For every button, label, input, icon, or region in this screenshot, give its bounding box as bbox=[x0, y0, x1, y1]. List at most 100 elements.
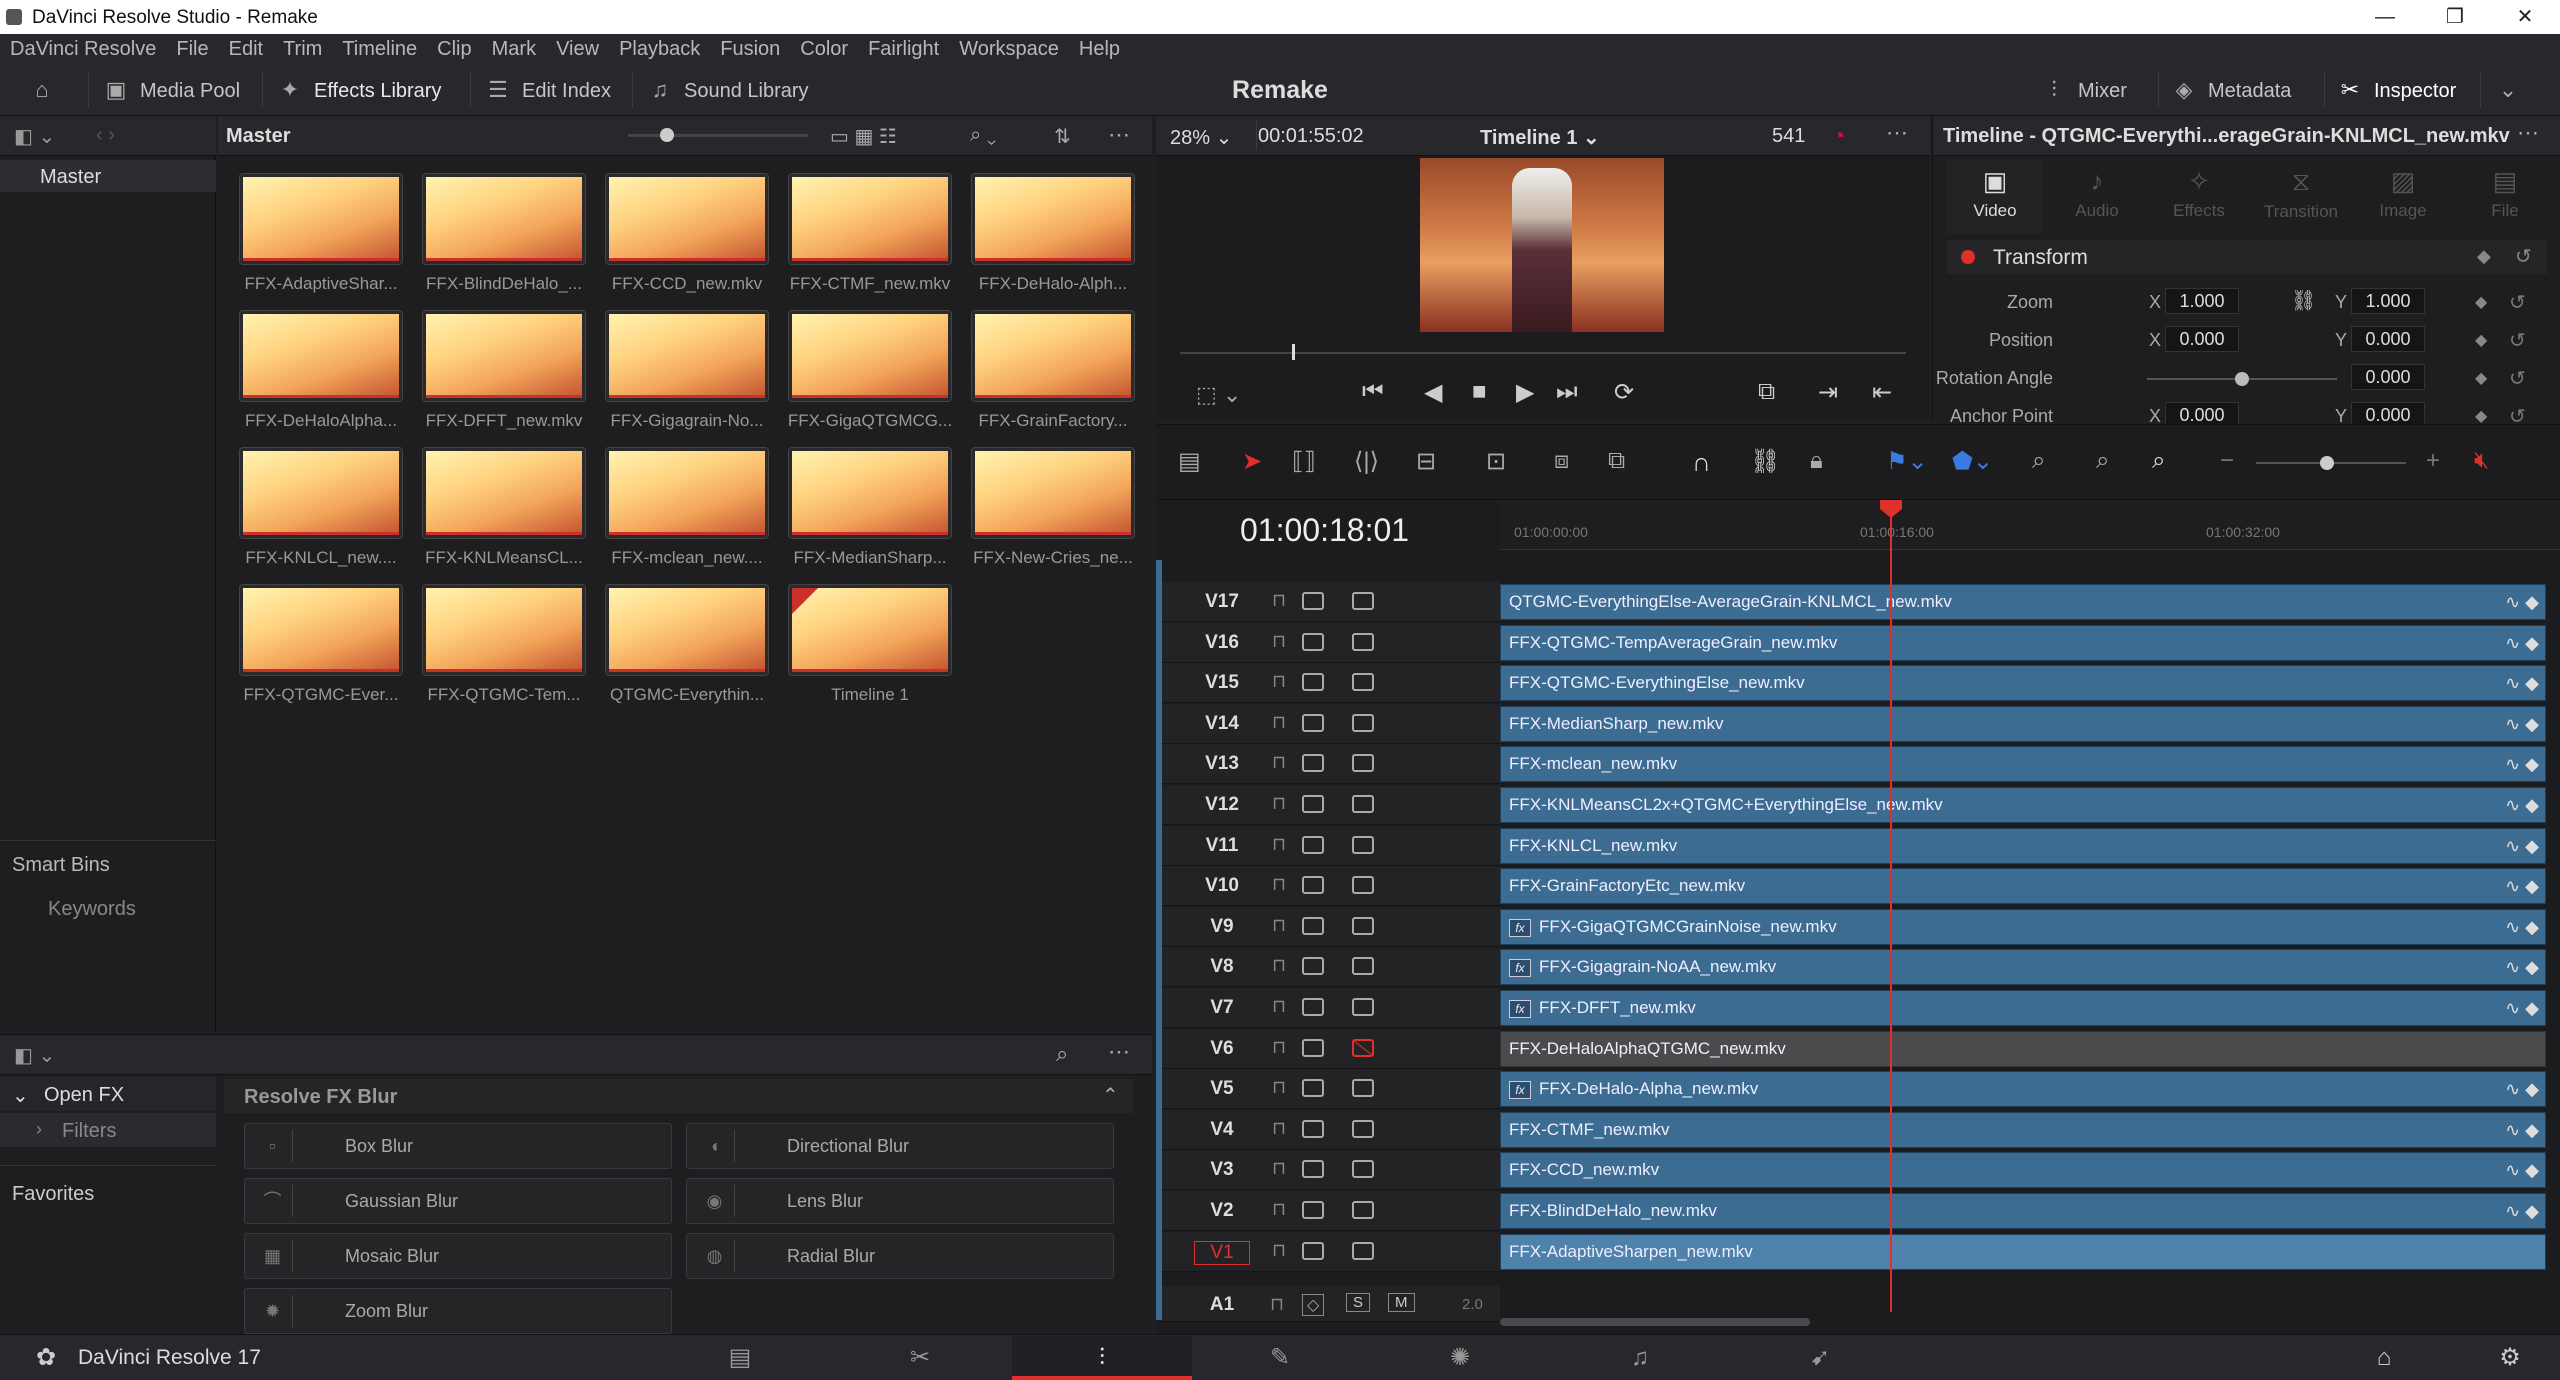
viewer-frame[interactable] bbox=[1420, 158, 1664, 332]
menu-item-clip[interactable]: Clip bbox=[427, 34, 481, 64]
lock-icon[interactable]: ⊓ bbox=[1272, 590, 1286, 611]
solo-button[interactable]: S bbox=[1346, 1293, 1371, 1312]
play-button[interactable]: ▶ bbox=[1516, 378, 1534, 407]
lock-icon[interactable]: ⊓ bbox=[1272, 834, 1286, 855]
track-visibility-icon[interactable] bbox=[1352, 1079, 1374, 1098]
clip-thumbnail[interactable] bbox=[789, 448, 951, 538]
menu-item-playback[interactable]: Playback bbox=[609, 34, 710, 64]
reset-icon[interactable]: ↺ bbox=[2509, 366, 2526, 391]
track-visibility-icon[interactable] bbox=[1352, 1241, 1374, 1260]
fx-item-directional-blur[interactable]: ◖ Directional Blur bbox=[686, 1123, 1114, 1169]
menu-item-timeline[interactable]: Timeline bbox=[332, 34, 427, 64]
auto-select-icon[interactable] bbox=[1302, 1079, 1324, 1098]
color-page-icon[interactable]: ✺ bbox=[1370, 1336, 1550, 1380]
keyframe-icon[interactable]: ◆ bbox=[2475, 292, 2487, 312]
prev-edit-icon[interactable]: ⇤ bbox=[1872, 378, 1892, 407]
menu-item-file[interactable]: File bbox=[166, 34, 218, 64]
mute-icon[interactable]: 🔇︎ bbox=[2474, 447, 2489, 475]
timeline-clip[interactable]: FFX-KNLCL_new.mkv ∿ ◆ bbox=[1500, 827, 2546, 864]
reset-icon[interactable]: ↺ bbox=[2509, 290, 2526, 315]
timeline-clip[interactable]: FFX-AdaptiveSharpen_new.mkv bbox=[1500, 1233, 2546, 1270]
timeline-clip[interactable]: FFX-BlindDeHalo_new.mkv ∿ ◆ bbox=[1500, 1193, 2546, 1229]
timeline-hscrollbar[interactable] bbox=[1500, 1318, 1810, 1326]
reset-icon[interactable]: ↺ bbox=[2509, 328, 2526, 353]
auto-select-icon[interactable] bbox=[1302, 713, 1324, 732]
bin-item-master[interactable]: Master bbox=[0, 160, 216, 192]
lock-icon[interactable]: ⊓ bbox=[1272, 1199, 1286, 1220]
clip-thumbnail[interactable] bbox=[240, 585, 402, 675]
auto-select-icon[interactable] bbox=[1302, 1038, 1324, 1057]
menu-item-edit[interactable]: Edit bbox=[219, 34, 273, 64]
track-visibility-icon[interactable] bbox=[1352, 673, 1374, 692]
play-reverse-button[interactable]: ◀ bbox=[1424, 378, 1442, 407]
fx-item-gaussian-blur[interactable]: ⌒ Gaussian Blur bbox=[244, 1178, 672, 1224]
blade-tool-icon[interactable]: ⊟ bbox=[1416, 447, 1436, 476]
rotation-field[interactable]: 0.000 bbox=[2351, 364, 2425, 390]
auto-select-icon[interactable] bbox=[1302, 1201, 1324, 1219]
lock-icon[interactable]: ⊓ bbox=[1272, 712, 1286, 733]
track-visibility-icon[interactable] bbox=[1352, 1201, 1374, 1219]
clip-thumbnail[interactable] bbox=[606, 448, 768, 538]
keyframe-icon[interactable]: ◆ bbox=[2475, 330, 2487, 350]
lock-icon[interactable]: ⊓ bbox=[1272, 1158, 1286, 1179]
menu-item-mark[interactable]: Mark bbox=[482, 34, 546, 64]
timeline-clip[interactable]: FFX-CCD_new.mkv ∿ ◆ bbox=[1500, 1152, 2546, 1189]
zoom-custom-icon[interactable]: ⌕ bbox=[2152, 447, 2165, 475]
minimize-icon[interactable]: — bbox=[2350, 0, 2420, 34]
timeline-clip[interactable]: QTGMC-EverythingElse-AverageGrain-KNLMCL… bbox=[1500, 584, 2546, 620]
timeline-clip[interactable]: FFX-GrainFactoryEtc_new.mkv ∿ ◆ bbox=[1500, 868, 2546, 905]
stop-button[interactable]: ■ bbox=[1472, 378, 1487, 406]
timeline-clip[interactable]: fx FFX-GigaQTGMCGrainNoise_new.mkv ∿ ◆ bbox=[1500, 908, 2546, 945]
track-visibility-icon[interactable] bbox=[1352, 754, 1374, 773]
sort-icon[interactable]: ⇅ bbox=[1054, 124, 1071, 149]
menu-item-trim[interactable]: Trim bbox=[273, 34, 332, 64]
auto-select-icon[interactable] bbox=[1302, 876, 1324, 895]
trim-tool-icon[interactable]: ⟦⟧ bbox=[1292, 447, 1316, 476]
menu-item-fairlight[interactable]: Fairlight bbox=[858, 34, 949, 64]
rotation-slider-handle[interactable] bbox=[2235, 372, 2249, 386]
timeline-select[interactable]: Timeline 1 ⌄ bbox=[1480, 125, 1600, 150]
cut-page-icon[interactable]: ✂ bbox=[830, 1336, 1010, 1380]
edit-page-icon[interactable]: ⫶ bbox=[1012, 1336, 1192, 1380]
auto-select-icon[interactable] bbox=[1302, 795, 1324, 813]
clip-thumbnail[interactable] bbox=[972, 448, 1134, 538]
clip-thumbnail[interactable] bbox=[240, 311, 402, 401]
nav-back-icon[interactable]: ‹ › bbox=[96, 124, 115, 147]
tab-transition[interactable]: ⧖ Transition bbox=[2253, 160, 2349, 234]
keyframe-icon[interactable]: ◆ bbox=[2475, 368, 2487, 388]
zoom-out-icon[interactable]: − bbox=[2220, 447, 2234, 475]
track-visibility-icon[interactable] bbox=[1352, 795, 1374, 813]
replace-clip-icon[interactable]: ⧉ bbox=[1608, 447, 1625, 475]
position-lock-icon[interactable]: 🔒︎ bbox=[1810, 447, 1823, 475]
auto-select-icon[interactable] bbox=[1302, 1119, 1324, 1138]
media-pool-button[interactable]: ▣ Media Pool bbox=[102, 72, 240, 108]
clip-thumbnail[interactable] bbox=[240, 448, 402, 538]
tree-filters[interactable]: › Filters bbox=[0, 1113, 216, 1147]
dynamic-trim-icon[interactable]: ⟨|⟩ bbox=[1354, 447, 1379, 476]
zoom-y-field[interactable]: 1.000 bbox=[2351, 288, 2425, 314]
menu-item-help[interactable]: Help bbox=[1069, 34, 1130, 64]
flag-icon[interactable]: ⚑⌄ bbox=[1886, 447, 1928, 476]
clip-thumbnail[interactable] bbox=[423, 448, 585, 538]
clip-thumbnail[interactable] bbox=[972, 311, 1134, 401]
slider-handle[interactable] bbox=[660, 128, 674, 142]
search-icon[interactable]: ⌕ ⌄ bbox=[970, 124, 996, 147]
restore-icon[interactable]: ❐ bbox=[2420, 0, 2490, 34]
transform-section-header[interactable]: Transform ◆ ↺ bbox=[1947, 240, 2547, 274]
settings-icon[interactable]: ⚙ bbox=[2470, 1336, 2550, 1380]
overwrite-clip-icon[interactable]: ⧈ bbox=[1554, 447, 1569, 475]
keyframe-icon[interactable]: ◆ bbox=[2475, 406, 2487, 426]
link-icon[interactable]: ⛓ bbox=[2291, 288, 2316, 313]
tab-effects[interactable]: ✧ Effects bbox=[2151, 160, 2247, 234]
lock-icon[interactable]: ⊓ bbox=[1272, 793, 1286, 814]
timeline-clip[interactable]: FFX-QTGMC-TempAverageGrain_new.mkv ∿ ◆ bbox=[1500, 624, 2546, 661]
auto-select-icon[interactable] bbox=[1302, 1241, 1324, 1260]
more-options-icon[interactable]: ⋯ bbox=[1886, 120, 1908, 146]
thumbnail-size-slider[interactable] bbox=[628, 134, 808, 137]
clip-thumbnail[interactable] bbox=[789, 174, 951, 264]
timeline-clip[interactable]: FFX-CTMF_new.mkv ∿ ◆ bbox=[1500, 1111, 2546, 1148]
track-visibility-icon[interactable] bbox=[1352, 916, 1374, 935]
fx-item-radial-blur[interactable]: ◍ Radial Blur bbox=[686, 1233, 1114, 1279]
viewer-scrubber[interactable] bbox=[1180, 352, 1906, 354]
clip-thumbnail[interactable] bbox=[606, 311, 768, 401]
